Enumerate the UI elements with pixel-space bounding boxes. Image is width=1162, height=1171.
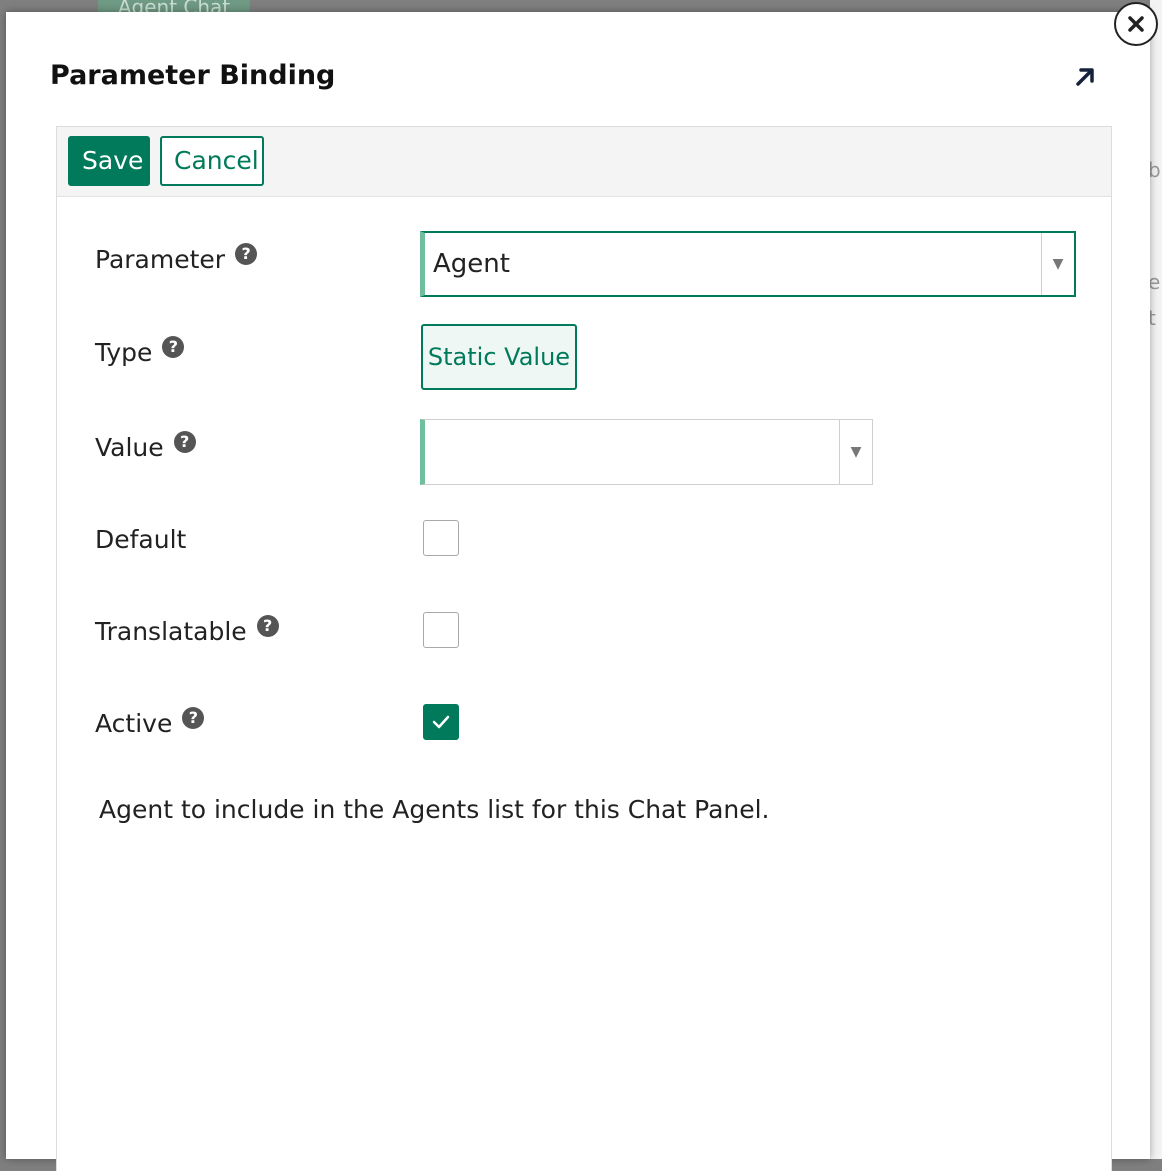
form-panel: Save Cancel Parameter ? Agent ▼ Type ? S… [56, 126, 1112, 1171]
parameter-select[interactable]: Agent ▼ [420, 231, 1076, 297]
active-label: Active ? [95, 707, 205, 739]
parameter-binding-dialog: Parameter Binding Save Cancel Parameter … [6, 12, 1150, 1171]
parameter-description: Agent to include in the Agents list for … [99, 795, 770, 824]
translatable-label-text: Translatable [95, 617, 247, 646]
value-label: Value ? [95, 431, 196, 463]
help-icon[interactable]: ? [235, 243, 258, 265]
chevron-down-icon[interactable]: ▼ [1041, 233, 1074, 295]
cancel-button[interactable]: Cancel [160, 136, 264, 186]
checkmark-icon [432, 715, 450, 729]
default-label-text: Default [95, 525, 187, 554]
save-button[interactable]: Save [68, 136, 150, 186]
active-checkbox[interactable] [423, 704, 459, 740]
translatable-label: Translatable ? [95, 615, 279, 647]
background-app-edge: b e t [1150, 0, 1162, 1159]
default-label: Default [95, 525, 186, 555]
type-label: Type ? [95, 336, 185, 368]
parameter-select-value: Agent [433, 249, 510, 279]
expand-arrow-icon[interactable] [1072, 64, 1098, 90]
dialog-title: Parameter Binding [50, 60, 336, 91]
help-icon[interactable]: ? [182, 707, 205, 729]
toolbar: Save Cancel [57, 127, 1111, 197]
default-checkbox[interactable] [423, 520, 459, 556]
help-icon[interactable]: ? [162, 336, 185, 358]
help-icon[interactable]: ? [173, 431, 196, 453]
active-label-text: Active [95, 709, 173, 738]
parameter-label: Parameter ? [95, 243, 258, 275]
type-label-text: Type [95, 338, 153, 367]
type-static-value-button[interactable]: Static Value [421, 324, 577, 390]
value-select[interactable]: ▼ [420, 419, 873, 485]
chevron-down-icon[interactable]: ▼ [839, 420, 872, 484]
close-icon[interactable] [1114, 2, 1158, 46]
help-icon[interactable]: ? [256, 615, 279, 637]
value-label-text: Value [95, 433, 164, 462]
parameter-label-text: Parameter [95, 245, 226, 274]
translatable-checkbox[interactable] [423, 612, 459, 648]
